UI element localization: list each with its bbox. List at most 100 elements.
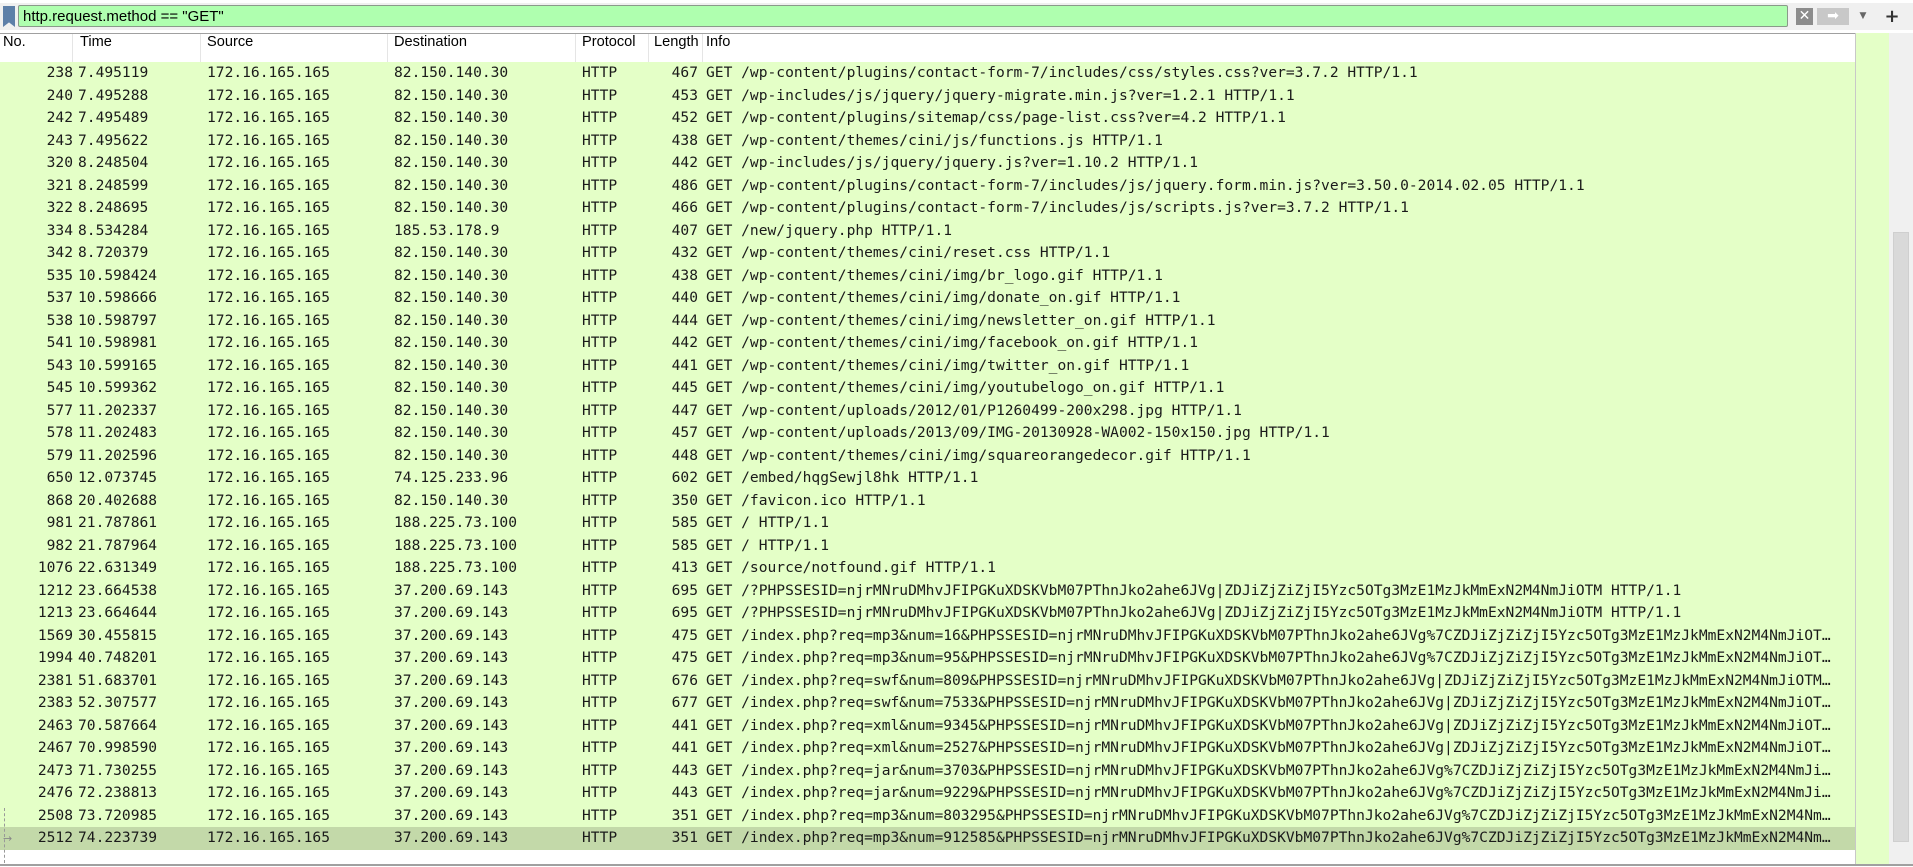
packet-row[interactable]: 537 10.598666 172.16.165.165 82.150.140.30 H… xyxy=(0,287,1855,310)
packet-list-minimap[interactable] xyxy=(1855,33,1890,864)
packet-source: 172.16.165.165 xyxy=(207,266,331,284)
packet-source: 172.16.165.165 xyxy=(207,514,331,531)
packet-source: 172.16.165.165 xyxy=(207,64,331,81)
column-header-time[interactable]: Time xyxy=(73,34,201,62)
column-header-length[interactable]: Length xyxy=(649,34,703,62)
packet-row[interactable]: 2508 73.720985 172.16.165.165 37.200.69.143… xyxy=(0,804,1855,827)
packet-source: 172.16.165.165 xyxy=(207,716,331,734)
packet-row[interactable]: 545 10.599362 172.16.165.165 82.150.140.30 H… xyxy=(0,377,1855,400)
packet-row[interactable]: 342 8.720379 172.16.165.165 82.150.140.30 HT… xyxy=(0,242,1855,265)
packet-protocol: HTTP xyxy=(582,716,618,734)
packet-length: 467 xyxy=(671,64,698,81)
packet-row[interactable]: 321 8.248599 172.16.165.165 82.150.140.30 HT… xyxy=(0,174,1855,197)
packet-destination: 37.200.69.143 xyxy=(394,649,509,666)
packet-number: 1994 xyxy=(37,649,73,666)
packet-row[interactable]: 2467 70.998590 172.16.165.165 37.200.69.143… xyxy=(0,737,1855,760)
packet-row[interactable]: 578 11.202483 172.16.165.165 82.150.140.30 H… xyxy=(0,422,1855,445)
packet-row[interactable]: 240 7.495288 172.16.165.165 82.150.140.30 HT… xyxy=(0,84,1855,107)
packet-row[interactable]: 1994 40.748201 172.16.165.165 37.200.69.143… xyxy=(0,647,1855,670)
packet-time: 51.683701 xyxy=(78,671,158,689)
packet-source: 172.16.165.165 xyxy=(207,761,331,779)
packet-destination: 82.150.140.30 xyxy=(394,491,509,509)
packet-length: 448 xyxy=(671,446,698,464)
packet-length: 443 xyxy=(671,784,698,801)
packet-row[interactable]: 320 8.248504 172.16.165.165 82.150.140.30 HT… xyxy=(0,152,1855,175)
packet-time: 74.223739 xyxy=(78,829,158,846)
add-filter-button[interactable]: + xyxy=(1880,6,1904,28)
packet-info: GET / HTTP/1.1 xyxy=(706,514,830,531)
clear-filter-button[interactable]: ✕ xyxy=(1796,8,1813,25)
packet-time: 10.599165 xyxy=(78,356,158,374)
packet-number: 543 xyxy=(46,356,73,374)
packet-length: 438 xyxy=(671,131,698,149)
bookmark-icon[interactable] xyxy=(3,6,15,27)
packet-source: 172.16.165.165 xyxy=(207,109,331,126)
pane-divider[interactable] xyxy=(0,864,1913,866)
apply-filter-button[interactable]: ➡ xyxy=(1817,8,1849,25)
packet-row[interactable]: 238 7.495119 172.16.165.165 82.150.140.30 HT… xyxy=(0,62,1855,85)
packet-time: 11.202596 xyxy=(78,446,158,464)
packet-row-selected[interactable]: 2512 74.223739 172.16.165.165 37.200.69.143… xyxy=(0,827,1855,850)
packet-length: 442 xyxy=(671,334,698,351)
packet-time: 30.455815 xyxy=(78,626,158,644)
packet-time: 23.664538 xyxy=(78,581,158,599)
packet-row[interactable]: 1212 23.664538 172.16.165.165 37.200.69.143… xyxy=(0,579,1855,602)
packet-row[interactable]: 535 10.598424 172.16.165.165 82.150.140.30 H… xyxy=(0,264,1855,287)
filter-history-dropdown-icon[interactable]: ▼ xyxy=(1856,8,1870,25)
packet-source: 172.16.165.165 xyxy=(207,784,331,801)
column-header-source[interactable]: Source xyxy=(201,34,388,62)
packet-row[interactable]: 981 21.787861 172.16.165.165 188.225.73.100… xyxy=(0,512,1855,535)
column-header-info[interactable]: Info xyxy=(703,34,1855,62)
column-header-destination[interactable]: Destination xyxy=(388,34,576,62)
vertical-scrollbar[interactable] xyxy=(1889,33,1913,864)
packet-row[interactable]: 541 10.598981 172.16.165.165 82.150.140.30 H… xyxy=(0,332,1855,355)
packet-row[interactable]: 1213 23.664644 172.16.165.165 37.200.69.143… xyxy=(0,602,1855,625)
packet-source: 172.16.165.165 xyxy=(207,334,331,351)
packet-destination: 82.150.140.30 xyxy=(394,244,509,261)
packet-info: GET /wp-content/themes/cini/img/youtubel… xyxy=(706,379,1225,396)
column-header-no[interactable]: No. xyxy=(0,34,73,62)
packet-row[interactable]: 868 20.402688 172.16.165.165 82.150.140.30 H… xyxy=(0,489,1855,512)
packet-row[interactable]: 1076 22.631349 172.16.165.165 188.225.73.10… xyxy=(0,557,1855,580)
packet-time: 8.720379 xyxy=(78,244,149,261)
packet-info: GET /wp-includes/js/jquery/jquery-migrat… xyxy=(706,86,1295,104)
packet-row[interactable]: 579 11.202596 172.16.165.165 82.150.140.30 H… xyxy=(0,444,1855,467)
packet-number: 868 xyxy=(46,491,73,509)
packet-row[interactable]: 2476 72.238813 172.16.165.165 37.200.69.143… xyxy=(0,782,1855,805)
packet-destination: 82.150.140.30 xyxy=(394,356,509,374)
packet-row[interactable]: 650 12.073745 172.16.165.165 74.125.233.96 H… xyxy=(0,467,1855,490)
packet-row[interactable]: 577 11.202337 172.16.165.165 82.150.140.30 H… xyxy=(0,399,1855,422)
packet-row[interactable]: 543 10.599165 172.16.165.165 82.150.140.30 H… xyxy=(0,354,1855,377)
packet-row[interactable]: 243 7.495622 172.16.165.165 82.150.140.30 HT… xyxy=(0,129,1855,152)
packet-length: 351 xyxy=(671,806,698,824)
packet-row[interactable]: 334 8.534284 172.16.165.165 185.53.178.9 HTT… xyxy=(0,219,1855,242)
packet-destination: 188.225.73.100 xyxy=(394,559,518,576)
scrollbar-thumb[interactable] xyxy=(1893,232,1909,842)
packet-destination: 37.200.69.143 xyxy=(394,806,509,824)
packet-time: 22.631349 xyxy=(78,559,158,576)
packet-number: 545 xyxy=(46,379,73,396)
packet-protocol: HTTP xyxy=(582,86,618,104)
packet-row[interactable]: 538 10.598797 172.16.165.165 82.150.140.30 H… xyxy=(0,309,1855,332)
packet-row[interactable]: 2381 51.683701 172.16.165.165 37.200.69.143… xyxy=(0,669,1855,692)
packet-protocol: HTTP xyxy=(582,469,618,486)
packet-row[interactable]: 2463 70.587664 172.16.165.165 37.200.69.143… xyxy=(0,714,1855,737)
packet-source: 172.16.165.165 xyxy=(207,356,331,374)
packet-number: 981 xyxy=(46,514,73,531)
display-filter-input[interactable]: http.request.method == "GET" xyxy=(18,5,1788,27)
packet-destination: 82.150.140.30 xyxy=(394,424,509,441)
packet-row[interactable]: 2383 52.307577 172.16.165.165 37.200.69.143… xyxy=(0,692,1855,715)
packet-time: 10.598424 xyxy=(78,266,158,284)
packet-protocol: HTTP xyxy=(582,221,618,239)
packet-row[interactable]: 1569 30.455815 172.16.165.165 37.200.69.143… xyxy=(0,624,1855,647)
packet-length: 447 xyxy=(671,401,698,419)
packet-row[interactable]: 322 8.248695 172.16.165.165 82.150.140.30 HT… xyxy=(0,197,1855,220)
packet-row[interactable]: 2473 71.730255 172.16.165.165 37.200.69.143… xyxy=(0,759,1855,782)
packet-row[interactable]: 242 7.495489 172.16.165.165 82.150.140.30 HT… xyxy=(0,107,1855,130)
packet-time: 7.495119 xyxy=(78,64,149,81)
column-header-protocol[interactable]: Protocol xyxy=(576,34,649,62)
packet-protocol: HTTP xyxy=(582,289,618,306)
packet-protocol: HTTP xyxy=(582,199,618,216)
packet-number: 2383 xyxy=(37,694,73,711)
packet-row[interactable]: 982 21.787964 172.16.165.165 188.225.73.100… xyxy=(0,534,1855,557)
